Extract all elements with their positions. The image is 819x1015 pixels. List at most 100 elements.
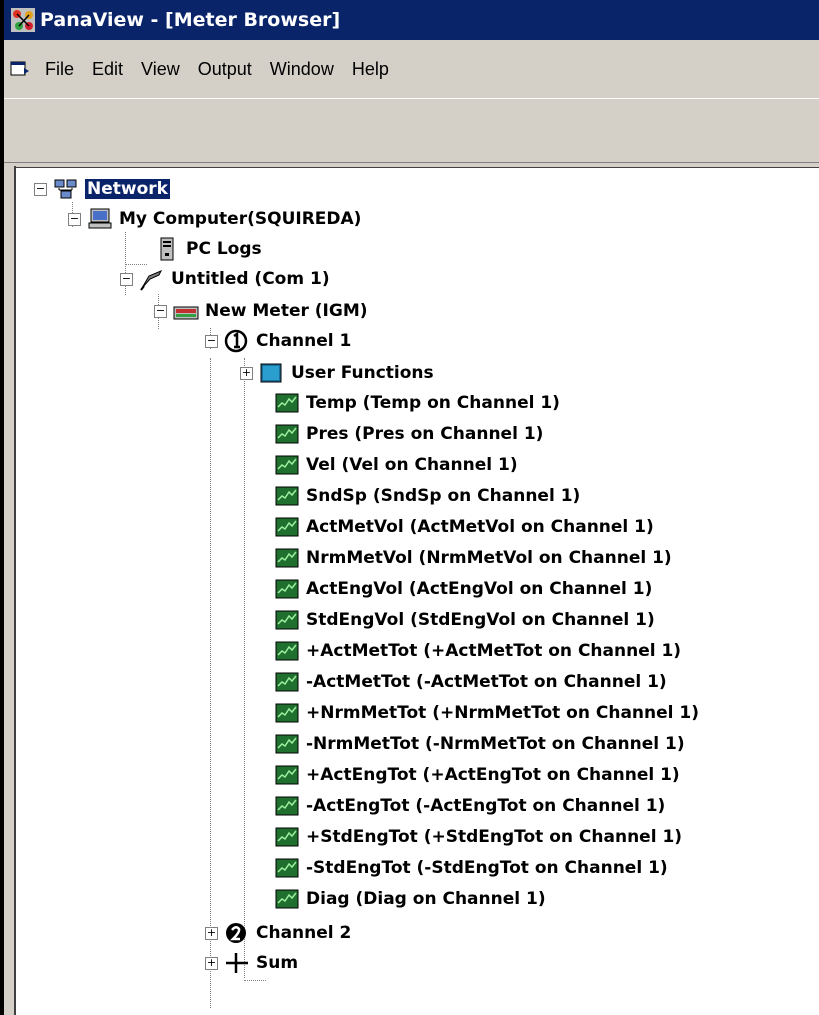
tree-label-param: -NrmMetTot (-NrmMetTot on Channel 1) (306, 734, 685, 754)
tree-label-param: +ActEngTot (+ActEngTot on Channel 1) (306, 765, 680, 785)
expand-icon[interactable]: + (205, 956, 218, 970)
menu-edit[interactable]: Edit (83, 59, 132, 80)
tree-label-network: Network (85, 179, 170, 199)
tree-label-param: Vel (Vel on Channel 1) (306, 455, 518, 475)
parameter-icon (275, 641, 299, 661)
tree-node-network[interactable]: − Network (34, 174, 170, 204)
parameter-icon (275, 424, 299, 444)
tree-node-param[interactable]: ActMetVol (ActMetVol on Channel 1) (274, 512, 654, 542)
parameter-icon (275, 517, 299, 537)
tree-label-param: -StdEngTot (-StdEngTot on Channel 1) (306, 858, 668, 878)
tree-node-sum[interactable]: + Sum (205, 948, 298, 978)
tree-node-user-functions[interactable]: + User Functions (240, 358, 434, 388)
collapse-icon[interactable]: − (34, 182, 47, 196)
tree-node-param[interactable]: -ActMetTot (-ActMetTot on Channel 1) (274, 667, 667, 697)
tree-label-param: ActEngVol (ActEngVol on Channel 1) (306, 579, 653, 599)
tree-node-new-meter[interactable]: − New Meter (IGM) (154, 296, 368, 326)
tree-node-pc-logs[interactable]: PC Logs (154, 234, 262, 264)
tree-node-param[interactable]: SndSp (SndSp on Channel 1) (274, 481, 580, 511)
parameter-icon (275, 579, 299, 599)
title-bar[interactable]: PanaView - [Meter Browser] (4, 0, 819, 40)
tree-label-user-functions: User Functions (291, 363, 434, 383)
parameter-icon (275, 734, 299, 754)
parameter-icon (275, 796, 299, 816)
document-window-icon[interactable] (10, 60, 30, 78)
collapse-icon[interactable]: − (68, 212, 81, 226)
parameter-icon (275, 486, 299, 506)
panel-divider (4, 162, 819, 168)
menu-file[interactable]: File (36, 59, 83, 80)
tree-node-untitled-com1[interactable]: − Untitled (Com 1) (120, 264, 330, 294)
tree-label-param: SndSp (SndSp on Channel 1) (306, 486, 581, 506)
tree-node-channel-2[interactable]: + Channel 2 (205, 918, 351, 948)
parameter-icon (275, 765, 299, 785)
menu-help[interactable]: Help (343, 59, 398, 80)
tree-node-param[interactable]: -ActEngTot (-ActEngTot on Channel 1) (274, 791, 665, 821)
tree-label-param: +NrmMetTot (+NrmMetTot on Channel 1) (306, 703, 700, 723)
parameter-icon (275, 858, 299, 878)
tree-node-param[interactable]: Diag (Diag on Channel 1) (274, 884, 546, 914)
meter-icon (173, 306, 199, 320)
collapse-icon[interactable]: − (205, 334, 218, 348)
menu-output[interactable]: Output (189, 59, 261, 80)
tree-label-param: +ActMetTot (+ActMetTot on Channel 1) (306, 641, 682, 661)
tree-label-param: NrmMetVol (NrmMetVol on Channel 1) (306, 548, 672, 568)
serial-port-icon (140, 270, 163, 291)
tree-label-pc-logs: PC Logs (186, 239, 262, 259)
computer-icon (88, 208, 112, 229)
tree-label-param: -ActEngTot (-ActEngTot on Channel 1) (306, 796, 666, 816)
expand-icon[interactable]: + (205, 926, 218, 940)
tree-node-my-computer[interactable]: − My Computer(SQUIREDA) (68, 204, 361, 234)
tree-label-param: ActMetVol (ActMetVol on Channel 1) (306, 517, 654, 537)
tree-node-param[interactable]: Pres (Pres on Channel 1) (274, 419, 543, 449)
parameter-icon (275, 610, 299, 630)
tree-label-param: StdEngVol (StdEngVol on Channel 1) (306, 610, 655, 630)
tree-node-param[interactable]: NrmMetVol (NrmMetVol on Channel 1) (274, 543, 672, 573)
toolbar-area (4, 98, 819, 163)
tree-node-param[interactable]: Temp (Temp on Channel 1) (274, 388, 560, 418)
tree-label-param: +StdEngTot (+StdEngTot on Channel 1) (306, 827, 683, 847)
tree-node-param[interactable]: ActEngVol (ActEngVol on Channel 1) (274, 574, 652, 604)
tree-node-param[interactable]: +NrmMetTot (+NrmMetTot on Channel 1) (274, 698, 699, 728)
tree-node-param[interactable]: StdEngVol (StdEngVol on Channel 1) (274, 605, 655, 635)
parameter-icon (275, 703, 299, 723)
tree-node-param[interactable]: +StdEngTot (+StdEngTot on Channel 1) (274, 822, 682, 852)
channel-2-icon (226, 923, 246, 943)
menu-bar: File Edit View Output Window Help (4, 40, 819, 99)
tree-label-channel-1: Channel 1 (256, 331, 352, 351)
tree-label-untitled: Untitled (Com 1) (171, 269, 330, 289)
menu-view[interactable]: View (132, 59, 189, 80)
parameter-icon (275, 889, 299, 909)
tree-node-param[interactable]: +ActEngTot (+ActEngTot on Channel 1) (274, 760, 680, 790)
tree-label-param: Diag (Diag on Channel 1) (306, 889, 546, 909)
parameter-icon (275, 393, 299, 413)
panaview-app-icon (11, 8, 35, 32)
tree-label-param: -ActMetTot (-ActMetTot on Channel 1) (306, 672, 667, 692)
panel-left-border (4, 166, 16, 1015)
expand-icon[interactable]: + (240, 366, 253, 380)
parameter-icon (275, 672, 299, 692)
parameter-icon (275, 455, 299, 475)
tree-label-my-computer: My Computer(SQUIREDA) (119, 209, 362, 229)
sum-icon (226, 953, 248, 973)
tree-node-param[interactable]: -StdEngTot (-StdEngTot on Channel 1) (274, 853, 668, 883)
tree-label-param: Temp (Temp on Channel 1) (306, 393, 560, 413)
collapse-icon[interactable]: − (120, 272, 133, 286)
window-title: PanaView - [Meter Browser] (40, 9, 341, 31)
pc-logs-icon (160, 237, 174, 261)
tree-node-param[interactable]: +ActMetTot (+ActMetTot on Channel 1) (274, 636, 681, 666)
collapse-icon[interactable]: − (154, 304, 167, 318)
tree-label-sum: Sum (256, 953, 299, 973)
network-icon (54, 179, 77, 199)
tree-node-channel-1[interactable]: − Channel 1 (205, 326, 351, 356)
channel-1-icon (224, 329, 248, 353)
user-functions-icon (260, 363, 282, 383)
tree-node-param[interactable]: -NrmMetTot (-NrmMetTot on Channel 1) (274, 729, 685, 759)
parameter-icon (275, 827, 299, 847)
parameter-icon (275, 548, 299, 568)
tree-node-param[interactable]: Vel (Vel on Channel 1) (274, 450, 518, 480)
tree-label-channel-2: Channel 2 (256, 923, 352, 943)
menu-window[interactable]: Window (261, 59, 343, 80)
meter-browser-tree: − Network − My Computer(SQUIREDA) PC Log… (16, 170, 819, 1015)
tree-label-new-meter: New Meter (IGM) (205, 301, 368, 321)
